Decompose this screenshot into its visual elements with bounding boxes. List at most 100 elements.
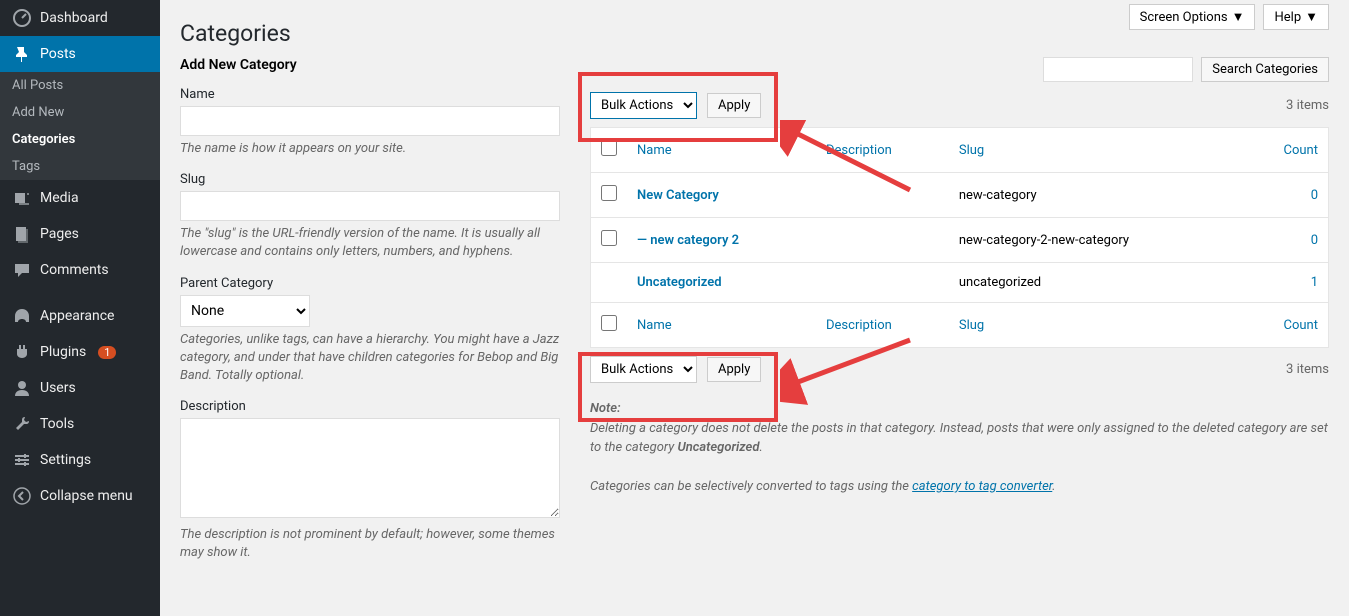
col-name: Name (627, 303, 816, 348)
category-to-tag-link[interactable]: category to tag converter (912, 479, 1052, 494)
sidebar-label: Appearance (40, 308, 114, 324)
sidebar-item-plugins[interactable]: Plugins 1 (0, 334, 160, 370)
plugins-icon (12, 342, 32, 362)
users-icon (12, 378, 32, 398)
apply-button-top[interactable]: Apply (707, 93, 761, 118)
main-content: Screen Options ▼ Help ▼ Categories Add N… (160, 0, 1349, 577)
sidebar-item-comments[interactable]: Comments (0, 252, 160, 288)
screen-options-button[interactable]: Screen Options ▼ (1129, 4, 1256, 30)
select-all-top[interactable] (601, 140, 617, 156)
media-icon (12, 188, 32, 208)
table-row: — new category 2 new-category-2-new-cate… (591, 218, 1329, 263)
items-count-bottom: 3 items (1286, 362, 1329, 377)
slug-label: Slug (180, 172, 560, 187)
dashboard-icon (12, 8, 32, 28)
sidebar-sub-add-new[interactable]: Add New (0, 99, 160, 126)
sidebar-item-users[interactable]: Users (0, 370, 160, 406)
parent-help: Categories, unlike tags, can have a hier… (180, 331, 560, 386)
category-name-link[interactable]: New Category (637, 188, 719, 203)
category-description (816, 218, 949, 263)
category-slug: uncategorized (949, 263, 1243, 303)
name-input[interactable] (180, 106, 560, 136)
add-category-form: Add New Category Name The name is how it… (180, 57, 560, 577)
apply-button-bottom[interactable]: Apply (707, 357, 761, 382)
slug-input[interactable] (180, 191, 560, 221)
sidebar-item-pages[interactable]: Pages (0, 216, 160, 252)
caret-down-icon: ▼ (1232, 9, 1245, 25)
category-name-link[interactable]: — new category 2 (637, 233, 739, 248)
sidebar-sub-categories[interactable]: Categories (0, 126, 160, 153)
row-checkbox[interactable] (601, 230, 617, 246)
desc-help: The description is not prominent by defa… (180, 526, 560, 562)
note-label: Note: (590, 401, 621, 416)
col-description: Description (816, 303, 949, 348)
pages-icon (12, 224, 32, 244)
sidebar-label: Tools (40, 416, 74, 432)
col-slug: Slug (949, 303, 1243, 348)
sidebar-label: Media (40, 190, 79, 206)
slug-help: The "slug" is the URL-friendly version o… (180, 225, 560, 261)
category-slug: new-category (949, 173, 1243, 218)
name-help: The name is how it appears on your site. (180, 140, 560, 158)
sidebar-label: Plugins (40, 344, 86, 360)
table-row: Uncategorized uncategorized 1 (591, 263, 1329, 303)
col-slug: Slug (949, 128, 1243, 173)
bulk-actions-select-top[interactable]: Bulk Actions (590, 92, 697, 119)
category-name-link[interactable]: Uncategorized (637, 275, 722, 290)
parent-select[interactable]: None (180, 295, 310, 327)
pin-icon (12, 44, 32, 64)
col-name: Name (627, 128, 816, 173)
sidebar-item-tools[interactable]: Tools (0, 406, 160, 442)
sidebar-collapse[interactable]: Collapse menu (0, 478, 160, 514)
sidebar-item-media[interactable]: Media (0, 180, 160, 216)
desc-label: Description (180, 399, 560, 414)
plugins-badge: 1 (98, 346, 116, 359)
category-count-link[interactable]: 0 (1311, 233, 1318, 248)
category-description (816, 173, 949, 218)
desc-textarea[interactable] (180, 418, 560, 518)
category-list-panel: Search Categories Bulk Actions Apply 3 i… (590, 57, 1329, 577)
sidebar-label: Comments (40, 262, 109, 278)
note-section: Note: Deleting a category does not delet… (590, 399, 1329, 497)
sidebar-label: Pages (40, 226, 79, 242)
items-count-top: 3 items (1286, 98, 1329, 113)
select-all-bottom[interactable] (601, 315, 617, 331)
sidebar-sub-tags[interactable]: Tags (0, 153, 160, 180)
category-slug: new-category-2-new-category (949, 218, 1243, 263)
sidebar-item-appearance[interactable]: Appearance (0, 298, 160, 334)
category-count-link[interactable]: 1 (1311, 275, 1318, 290)
search-categories-button[interactable]: Search Categories (1201, 57, 1329, 82)
col-description: Description (816, 128, 949, 173)
col-count: Count (1243, 303, 1328, 348)
sidebar-item-dashboard[interactable]: Dashboard (0, 0, 160, 36)
row-checkbox[interactable] (601, 185, 617, 201)
sidebar-label: Dashboard (40, 10, 108, 26)
add-heading: Add New Category (180, 57, 560, 73)
tools-icon (12, 414, 32, 434)
sidebar-sub-all-posts[interactable]: All Posts (0, 72, 160, 99)
search-input[interactable] (1043, 57, 1193, 82)
sidebar-item-settings[interactable]: Settings (0, 442, 160, 478)
top-buttons: Screen Options ▼ Help ▼ (1129, 4, 1329, 30)
sidebar-label: Settings (40, 452, 91, 468)
category-count-link[interactable]: 0 (1311, 188, 1318, 203)
sidebar-label: Posts (40, 46, 76, 62)
table-row: New Category new-category 0 (591, 173, 1329, 218)
categories-table: Name Description Slug Count New Category… (590, 127, 1329, 348)
caret-down-icon: ▼ (1305, 9, 1318, 25)
comments-icon (12, 260, 32, 280)
category-description (816, 263, 949, 303)
settings-icon (12, 450, 32, 470)
sidebar-label: Collapse menu (40, 488, 133, 504)
sidebar-item-posts[interactable]: Posts (0, 36, 160, 72)
sidebar-label: Users (40, 380, 76, 396)
name-label: Name (180, 87, 560, 102)
bulk-actions-select-bottom[interactable]: Bulk Actions (590, 356, 697, 383)
parent-label: Parent Category (180, 276, 560, 291)
sidebar-submenu-posts: All Posts Add New Categories Tags (0, 72, 160, 180)
appearance-icon (12, 306, 32, 326)
admin-sidebar: Dashboard Posts All Posts Add New Catego… (0, 0, 160, 616)
collapse-icon (12, 486, 32, 506)
help-button[interactable]: Help ▼ (1263, 4, 1329, 30)
col-count: Count (1243, 128, 1328, 173)
